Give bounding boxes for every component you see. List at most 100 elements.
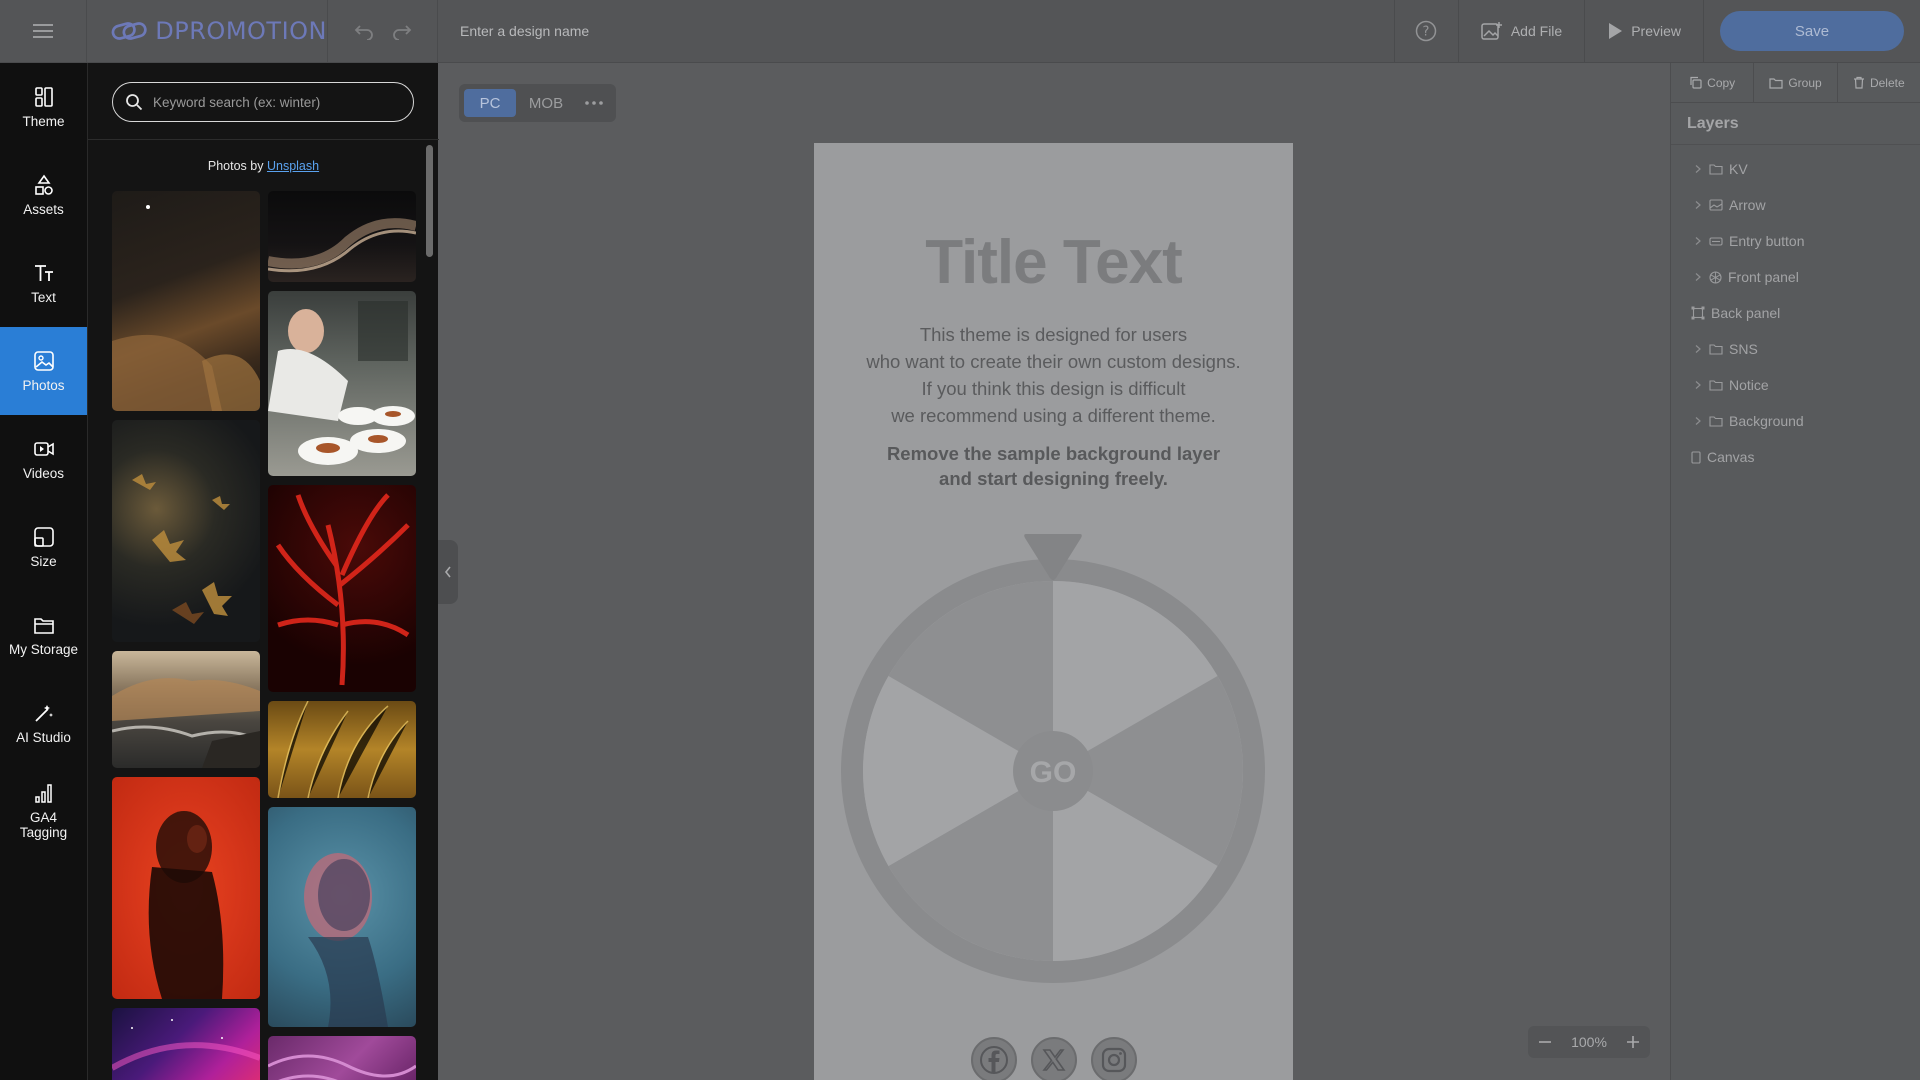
delete-label: Delete (1869, 75, 1905, 90)
design-name-area (438, 0, 1394, 63)
redo-icon[interactable] (392, 22, 412, 40)
rail-item-ga4-tagging[interactable]: GA4 Tagging (0, 767, 87, 855)
logo[interactable]: DPROMOTION (87, 0, 328, 63)
more-options-button[interactable] (576, 89, 612, 117)
canvas-notice[interactable]: Remove the sample background layer and s… (814, 441, 1293, 491)
rail-label: AI Studio (16, 729, 71, 745)
rail-item-assets[interactable]: Assets (0, 151, 87, 239)
help-button[interactable]: ? (1393, 0, 1458, 63)
zoom-out-icon[interactable] (1538, 1035, 1552, 1049)
theme-icon (34, 86, 53, 107)
layer-item-entry-button[interactable]: Entry button (1671, 223, 1920, 259)
layer-item-sns[interactable]: SNS (1671, 331, 1920, 367)
photo-thumbnail[interactable] (268, 291, 416, 476)
layer-item-front-panel[interactable]: Front panel (1671, 259, 1920, 295)
frame-icon (1691, 306, 1705, 320)
facebook-icon (980, 1046, 1008, 1074)
instagram-icon (1101, 1047, 1127, 1073)
undo-icon[interactable] (354, 22, 374, 40)
chevron-right-icon[interactable] (1691, 164, 1705, 174)
layer-name: SNS (1729, 341, 1758, 357)
menu-button[interactable] (0, 0, 87, 63)
photo-thumbnail[interactable] (268, 485, 416, 692)
photo-thumbnail[interactable] (112, 777, 260, 999)
chevron-right-icon[interactable] (1691, 272, 1705, 282)
photo-thumbnail[interactable] (112, 651, 260, 768)
zoom-value: 100% (1571, 1034, 1607, 1050)
layer-item-notice[interactable]: Notice (1671, 367, 1920, 403)
divider (88, 139, 439, 140)
wheel-icon (1709, 270, 1722, 284)
canvas-description[interactable]: This theme is designed for users who wan… (814, 321, 1293, 429)
photo-thumbnail[interactable] (268, 191, 416, 282)
facebook-button[interactable] (971, 1037, 1017, 1080)
interior-photo (112, 205, 260, 411)
folder-icon (1709, 164, 1723, 175)
more-dots-icon (585, 101, 603, 105)
delete-button[interactable]: Delete (1838, 63, 1920, 102)
rail-label: GA4 Tagging (19, 810, 68, 840)
credit-prefix: Photos by (207, 159, 264, 173)
layer-item-arrow[interactable]: Arrow (1671, 187, 1920, 223)
preview-label: Preview (1631, 23, 1681, 39)
layer-item-canvas[interactable]: Canvas (1671, 439, 1920, 475)
photos-panel: Photos by Unsplash (87, 63, 439, 1080)
photo-credit: Photos by Unsplash (88, 159, 439, 173)
layer-item-back-panel[interactable]: Back panel (1671, 295, 1920, 331)
chevron-right-icon[interactable] (1691, 344, 1705, 354)
layer-item-background[interactable]: Background (1671, 403, 1920, 439)
layer-name: Arrow (1729, 197, 1766, 213)
canvas-title[interactable]: Title Text (814, 227, 1293, 298)
photos-icon (33, 350, 54, 371)
rail-item-videos[interactable]: Videos (0, 415, 87, 503)
desc-line: If you think this design is difficult (921, 378, 1186, 399)
roulette-wheel[interactable]: GO (840, 534, 1266, 984)
chevron-right-icon[interactable] (1691, 236, 1705, 246)
scrollbar[interactable] (426, 145, 433, 257)
photo-thumbnail[interactable] (112, 420, 260, 642)
photo-search[interactable] (112, 82, 414, 122)
preview-button[interactable]: Preview (1584, 0, 1703, 63)
collapse-panel-button[interactable] (438, 540, 458, 604)
assets-icon (34, 174, 53, 195)
x-button[interactable] (1031, 1037, 1077, 1080)
history-controls (328, 0, 438, 63)
layers-title: Layers (1671, 103, 1920, 145)
copy-button[interactable]: Copy (1671, 63, 1755, 102)
wheel-go-label[interactable]: GO (1030, 756, 1077, 789)
rail-item-photos[interactable]: Photos (0, 327, 87, 415)
instagram-button[interactable] (1091, 1037, 1137, 1080)
rail-label: Size (30, 553, 57, 569)
photo-thumbnail[interactable] (268, 807, 416, 1027)
zoom-in-icon[interactable] (1626, 1035, 1640, 1049)
photo-thumbnail[interactable] (268, 1036, 416, 1080)
photo-thumbnail[interactable] (268, 701, 416, 798)
videos-icon (33, 441, 54, 456)
add-file-button[interactable]: Add File (1457, 0, 1584, 63)
chevron-right-icon[interactable] (1691, 416, 1705, 426)
photo-thumbnail[interactable] (112, 191, 260, 411)
rail-item-text[interactable]: Text (0, 239, 87, 327)
search-input[interactable] (153, 94, 393, 110)
grass-photo (277, 701, 409, 798)
device-mob-button[interactable]: MOB (516, 89, 576, 117)
rail-item-my-storage[interactable]: My Storage (0, 591, 87, 679)
device-pc-button[interactable]: PC (464, 89, 516, 117)
layer-item-kv[interactable]: KV (1671, 151, 1920, 187)
design-name-input[interactable] (460, 23, 860, 39)
design-canvas[interactable]: Title Text This theme is designed for us… (814, 143, 1293, 1080)
save-button[interactable]: Save (1720, 11, 1904, 51)
photo-thumbnail[interactable] (112, 1008, 260, 1080)
unsplash-link[interactable]: Unsplash (267, 159, 319, 173)
chevron-right-icon[interactable] (1691, 200, 1705, 210)
rail-item-ai-studio[interactable]: AI Studio (0, 679, 87, 767)
editor-app: DPROMOTION ? Add File Preview Save Theme (0, 0, 1920, 1080)
chevron-right-icon[interactable] (1691, 380, 1705, 390)
aurora-photo (112, 1019, 260, 1071)
group-button[interactable]: Group (1754, 63, 1838, 102)
rail-item-theme[interactable]: Theme (0, 63, 87, 151)
add-image-icon (1481, 22, 1502, 40)
portrait-red-photo (148, 811, 224, 999)
folder-icon (1769, 77, 1783, 89)
rail-item-size[interactable]: Size (0, 503, 87, 591)
